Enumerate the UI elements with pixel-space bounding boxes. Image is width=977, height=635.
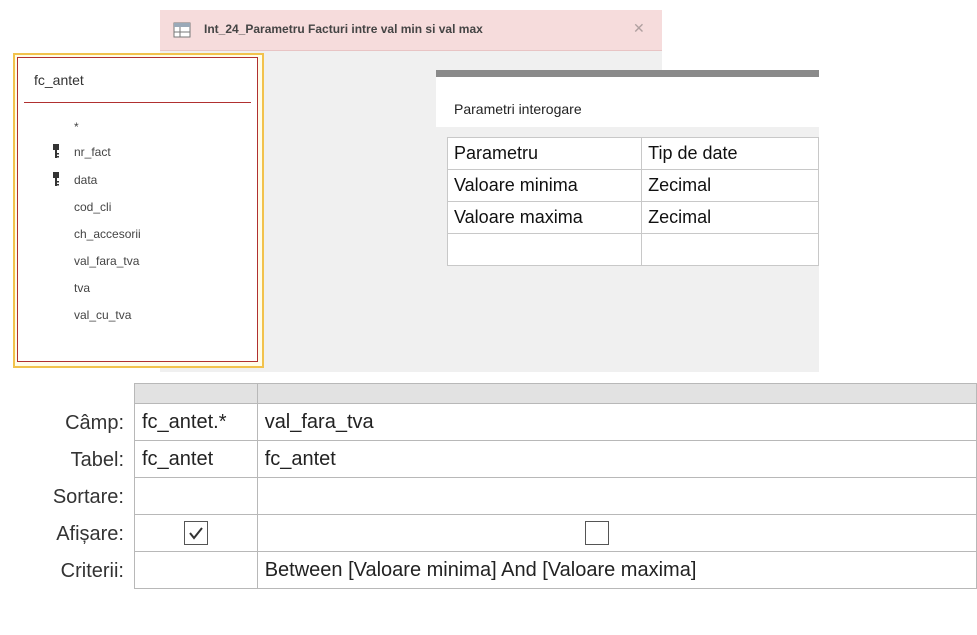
grid-row-tabel: fc_antet fc_antet xyxy=(134,440,977,478)
row-labels: Câmp: Tabel: Sortare: Afișare: Criterii: xyxy=(0,383,124,635)
row-label-camp: Câmp: xyxy=(65,412,124,434)
field-val-cu-tva[interactable]: val_cu_tva xyxy=(74,308,131,322)
show-checkbox[interactable] xyxy=(183,521,208,545)
query-tab-title: Int_24_Parametru Facturi intre val min s… xyxy=(204,22,483,36)
field-tva[interactable]: tva xyxy=(74,281,90,295)
column-selector[interactable] xyxy=(256,383,977,404)
grid-row-sortare xyxy=(134,477,977,515)
field-all[interactable]: * xyxy=(74,120,79,134)
column-selector-row xyxy=(134,383,977,404)
show-cell xyxy=(256,514,977,552)
column-selector[interactable] xyxy=(134,383,258,404)
data-type-cell[interactable]: Zecimal xyxy=(641,201,819,234)
sort-cell[interactable] xyxy=(134,477,258,515)
data-type-cell[interactable]: Zecimal xyxy=(641,169,819,202)
show-checkbox[interactable] xyxy=(584,521,609,545)
dialog-title: Parametri interogare xyxy=(454,101,582,117)
table-row xyxy=(446,233,819,266)
table-field-list[interactable]: fc_antet * nr_fact data cod_cli ch_acces… xyxy=(13,53,264,368)
field-data[interactable]: data xyxy=(74,173,97,187)
field-cell[interactable]: val_fara_tva xyxy=(256,403,977,441)
grid-row-afisare xyxy=(134,514,977,552)
query-tab[interactable]: Int_24_Parametru Facturi intre val min s… xyxy=(160,10,662,51)
row-label-afisare: Afișare: xyxy=(56,523,124,545)
column-header-parametru: Parametru xyxy=(446,137,643,170)
row-label-sortare: Sortare: xyxy=(52,486,124,508)
show-cell xyxy=(134,514,258,552)
data-type-cell[interactable] xyxy=(641,233,819,266)
row-label-tabel: Tabel: xyxy=(70,449,124,471)
parameters-dialog: Parametri interogare Parametru Tip de da… xyxy=(436,70,819,372)
table-header-row: Parametru Tip de date xyxy=(446,137,819,170)
field-cell[interactable]: fc_antet.* xyxy=(134,403,258,441)
table-cell[interactable]: fc_antet xyxy=(134,440,258,478)
primary-key-icon xyxy=(53,144,59,158)
column-header-tip-date: Tip de date xyxy=(641,137,819,170)
query-icon xyxy=(173,22,191,38)
parameter-name-cell[interactable] xyxy=(446,233,643,266)
table-cell[interactable]: fc_antet xyxy=(256,440,977,478)
design-grid-table: fc_antet.* val_fara_tva fc_antet fc_ante… xyxy=(134,383,977,589)
parameter-name-cell[interactable]: Valoare maxima xyxy=(446,201,643,234)
table-row: Valoare maxima Zecimal xyxy=(446,201,819,234)
field-nr-fact[interactable]: nr_fact xyxy=(74,145,111,159)
primary-key-icon xyxy=(53,172,59,186)
parameter-name-cell[interactable]: Valoare minima xyxy=(446,169,643,202)
parameters-grid: Parametru Tip de date Valoare minima Zec… xyxy=(446,137,819,372)
table-title: fc_antet xyxy=(34,72,84,88)
qbe-grid: Câmp: Tabel: Sortare: Afișare: Criterii:… xyxy=(0,383,977,635)
sort-cell[interactable] xyxy=(256,477,977,515)
criteria-cell[interactable] xyxy=(134,551,258,589)
row-label-criterii: Criterii: xyxy=(60,560,124,582)
checkmark-icon xyxy=(189,527,203,540)
grid-row-criterii: Between [Valoare minima] And [Valoare ma… xyxy=(134,551,977,589)
field-ch-accesorii[interactable]: ch_accesorii xyxy=(74,227,141,241)
table-row: Valoare minima Zecimal xyxy=(446,169,819,202)
criteria-cell[interactable]: Between [Valoare minima] And [Valoare ma… xyxy=(256,551,977,589)
field-cod-cli[interactable]: cod_cli xyxy=(74,200,111,214)
close-icon[interactable]: ✕ xyxy=(633,20,645,37)
grid-row-camp: fc_antet.* val_fara_tva xyxy=(134,403,977,441)
field-val-fara-tva[interactable]: val_fara_tva xyxy=(74,254,139,268)
